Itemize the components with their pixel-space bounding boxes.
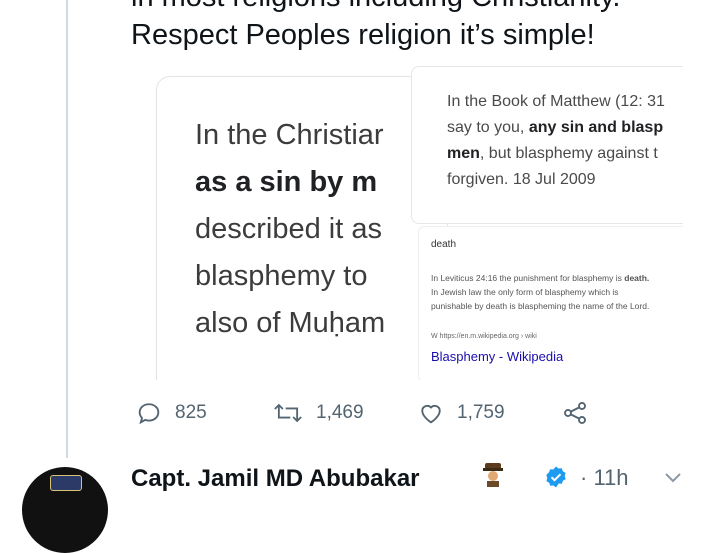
image-text-line: forgiven. 18 Jul 2009 [447, 171, 596, 188]
image-text-line: In the Book of Matthew (12: 31 [447, 93, 665, 110]
media-image-left[interactable]: In the Christiar as a sin by m described… [156, 76, 448, 380]
retweet-count: 1,469 [316, 402, 364, 423]
like-button[interactable]: 1,759 [417, 396, 505, 430]
tweet-actions: 825 1,469 1,759 [131, 396, 611, 430]
image-text-line: as a sin by m [195, 166, 378, 198]
tweet-text: in most religions including Christianity… [131, 0, 691, 54]
image-text-line: also of Muḥam [195, 307, 386, 339]
thread-line [66, 0, 68, 458]
tweet-text-line: Respect Peoples religion it’s simple! [131, 19, 595, 51]
image-text-line: say to you, any sin and blasp [447, 119, 664, 136]
avatar-emblem [50, 475, 82, 491]
officer-icon [482, 463, 504, 487]
chevron-down-icon[interactable] [664, 471, 682, 485]
snippet-line: In Leviticus 24:16 the punishment for bl… [431, 273, 650, 283]
tweet-media[interactable]: In the Christiar as a sin by m described… [131, 66, 683, 380]
heart-icon [417, 399, 445, 427]
snippet-source: W https://en.m.wikipedia.org › wiki [431, 333, 537, 340]
author-name[interactable]: Capt. Jamil MD Abubakar [131, 465, 420, 493]
tweet-text-line: in most religions including Christianity… [131, 0, 691, 16]
tweet-time[interactable]: · 11h [580, 465, 629, 491]
retweet-icon [272, 399, 304, 427]
reply-button[interactable]: 825 [135, 396, 207, 430]
snippet-heading: death [431, 239, 457, 250]
snippet-line: In Jewish law the only form of blasphemy… [431, 287, 619, 297]
image-text-line: In the Christiar [195, 119, 384, 151]
share-button[interactable] [561, 396, 589, 430]
snippet-line: punishable by death is blaspheming the n… [431, 301, 650, 311]
reply-count: 825 [175, 402, 207, 423]
wikipedia-link: Blasphemy - Wikipedia [431, 349, 564, 364]
next-tweet[interactable]: Capt. Jamil MD Abubakar · 11h [0, 455, 705, 553]
like-count: 1,759 [457, 402, 505, 423]
retweet-button[interactable]: 1,469 [272, 396, 364, 430]
share-icon [561, 399, 589, 427]
verified-icon [544, 465, 568, 489]
image-text-line: blasphemy to [195, 260, 368, 292]
image-text-line: described it as [195, 213, 382, 245]
reply-icon [135, 399, 163, 427]
media-image-right-top[interactable]: In the Book of Matthew (12: 31 say to yo… [411, 66, 683, 224]
avatar[interactable] [22, 467, 108, 553]
media-image-right-bottom[interactable]: death In Leviticus 24:16 the punishment … [418, 226, 683, 380]
image-text-line: men, but blasphemy against t [447, 145, 658, 162]
